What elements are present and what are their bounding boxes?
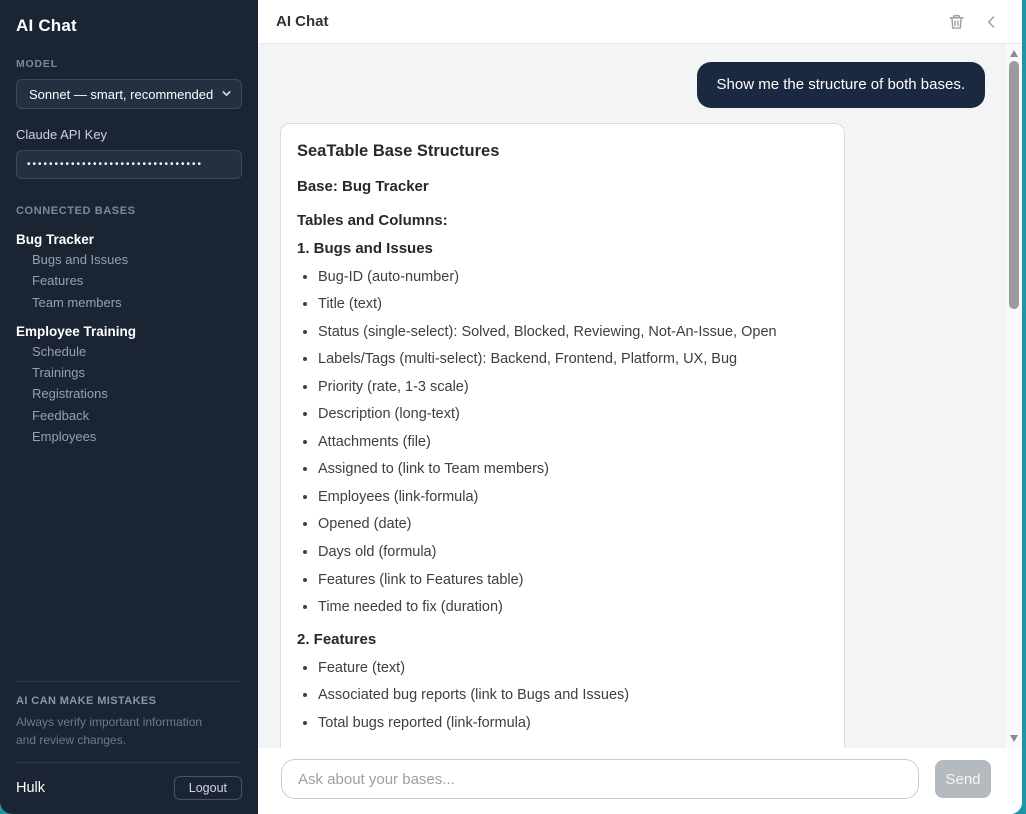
sidebar-table-item[interactable]: Team members — [16, 295, 242, 311]
connected-bases-label: CONNECTED BASES — [16, 205, 242, 217]
sidebar-footer: Hulk Logout — [16, 762, 242, 800]
column-bullet-item: Priority (rate, 1-3 scale) — [318, 378, 826, 397]
base-group-employee-training: Employee Training Schedule Trainings Regis… — [16, 324, 242, 445]
column-bullet-item: Description (long-text) — [318, 405, 826, 424]
disclaimer-title: AI CAN MAKE MISTAKES — [16, 695, 242, 707]
delete-chat-button[interactable] — [948, 13, 965, 31]
column-bullet-item: Days old (formula) — [318, 543, 826, 562]
assistant-title: SeaTable Base Structures — [297, 142, 826, 161]
base-name-bug-tracker[interactable]: Bug Tracker — [16, 232, 242, 247]
main-header: AI Chat — [258, 0, 1022, 44]
base-tables-employee-training: Schedule Trainings Registrations Feedback Em… — [16, 344, 242, 445]
column-bullet-item: Labels/Tags (multi-select): Backend, Fro… — [318, 350, 826, 369]
send-button[interactable]: Send — [935, 760, 991, 798]
section-bullet-list: Feature (text) Associated bug reports (li… — [297, 659, 826, 733]
disclaimer-box: AI CAN MAKE MISTAKES Always verify impor… — [16, 681, 242, 749]
trash-icon — [948, 13, 965, 31]
assistant-base-heading: Base: Bug Tracker — [297, 178, 826, 195]
base-tables-bug-tracker: Bugs and Issues Features Team members — [16, 252, 242, 311]
model-select-wrapper: Sonnet — smart, recommended — [16, 79, 242, 109]
sidebar-app-title: AI Chat — [16, 16, 242, 36]
column-bullet-item: Attachments (file) — [318, 433, 826, 452]
model-label: MODEL — [16, 58, 242, 70]
section-bugs-and-issues: 1. Bugs and Issues Bug-ID (auto-number) T… — [297, 240, 826, 617]
chat-message-list: Show me the structure of both bases. Sea… — [258, 44, 1022, 748]
main-pane: AI Chat Show me the structure of both ba… — [258, 0, 1022, 814]
sidebar-table-item[interactable]: Bugs and Issues — [16, 252, 242, 268]
sidebar-table-item[interactable]: Schedule — [16, 344, 242, 360]
sidebar-table-item[interactable]: Registrations — [16, 386, 242, 402]
base-name-employee-training[interactable]: Employee Training — [16, 324, 242, 339]
sidebar-spacer — [16, 445, 242, 681]
ai-chat-app-window: AI Chat MODEL Sonnet — smart, recommende… — [0, 0, 1022, 814]
assistant-message-card: SeaTable Base Structures Base: Bug Track… — [280, 123, 845, 749]
user-message-row: Show me the structure of both bases. — [280, 62, 985, 108]
column-bullet-item: Title (text) — [318, 295, 826, 314]
section-heading: 3. Team members — [297, 746, 826, 748]
column-bullet-item: Total bugs reported (link-formula) — [318, 714, 826, 733]
section-bullet-list: Bug-ID (auto-number) Title (text) Status (… — [297, 268, 826, 617]
chat-scroll-area[interactable]: Show me the structure of both bases. Sea… — [258, 44, 1022, 748]
sidebar-table-item[interactable]: Feedback — [16, 408, 242, 424]
column-bullet-item: Opened (date) — [318, 515, 826, 534]
column-bullet-item: Features (link to Features table) — [318, 571, 826, 590]
username: Hulk — [16, 780, 45, 796]
section-heading: 2. Features — [297, 631, 826, 648]
column-bullet-item: Assigned to (link to Team members) — [318, 460, 826, 479]
logout-button[interactable]: Logout — [174, 776, 242, 800]
model-select[interactable]: Sonnet — smart, recommended — [16, 79, 242, 109]
section-features: 2. Features Feature (text) Associated bug… — [297, 631, 826, 733]
column-bullet-item: Bug-ID (auto-number) — [318, 268, 826, 287]
column-bullet-item: Time needed to fix (duration) — [318, 598, 826, 617]
api-key-input[interactable] — [16, 150, 242, 179]
disclaimer-text: Always verify important information and … — [16, 713, 221, 749]
section-heading: 1. Bugs and Issues — [297, 240, 826, 257]
sidebar: AI Chat MODEL Sonnet — smart, recommende… — [0, 0, 258, 814]
sidebar-table-item[interactable]: Employees — [16, 429, 242, 445]
assistant-tables-heading: Tables and Columns: — [297, 212, 826, 229]
scrollbar-up-arrow-icon[interactable] — [1010, 50, 1018, 57]
sidebar-table-item[interactable]: Features — [16, 273, 242, 289]
user-message-bubble: Show me the structure of both bases. — [697, 62, 985, 108]
scrollbar-down-arrow-icon[interactable] — [1010, 735, 1018, 742]
chevron-left-icon — [983, 13, 1000, 31]
composer-bar: Send — [258, 748, 1022, 814]
collapse-panel-button[interactable] — [983, 13, 1000, 31]
page-title: AI Chat — [276, 13, 329, 30]
column-bullet-item: Status (single-select): Solved, Blocked,… — [318, 323, 826, 342]
chat-input[interactable] — [281, 759, 919, 799]
section-team-members: 3. Team members Name (text)Employee (col… — [297, 746, 826, 748]
chat-scrollbar[interactable] — [1006, 44, 1022, 748]
api-key-label: Claude API Key — [16, 127, 242, 142]
column-bullet-item: Feature (text) — [318, 659, 826, 678]
column-bullet-item: Associated bug reports (link to Bugs and… — [318, 686, 826, 705]
header-actions — [948, 13, 1000, 31]
base-group-bug-tracker: Bug Tracker Bugs and Issues Features Team … — [16, 232, 242, 311]
column-bullet-item: Employees (link-formula) — [318, 488, 826, 507]
sidebar-table-item[interactable]: Trainings — [16, 365, 242, 381]
scrollbar-thumb[interactable] — [1009, 61, 1019, 309]
